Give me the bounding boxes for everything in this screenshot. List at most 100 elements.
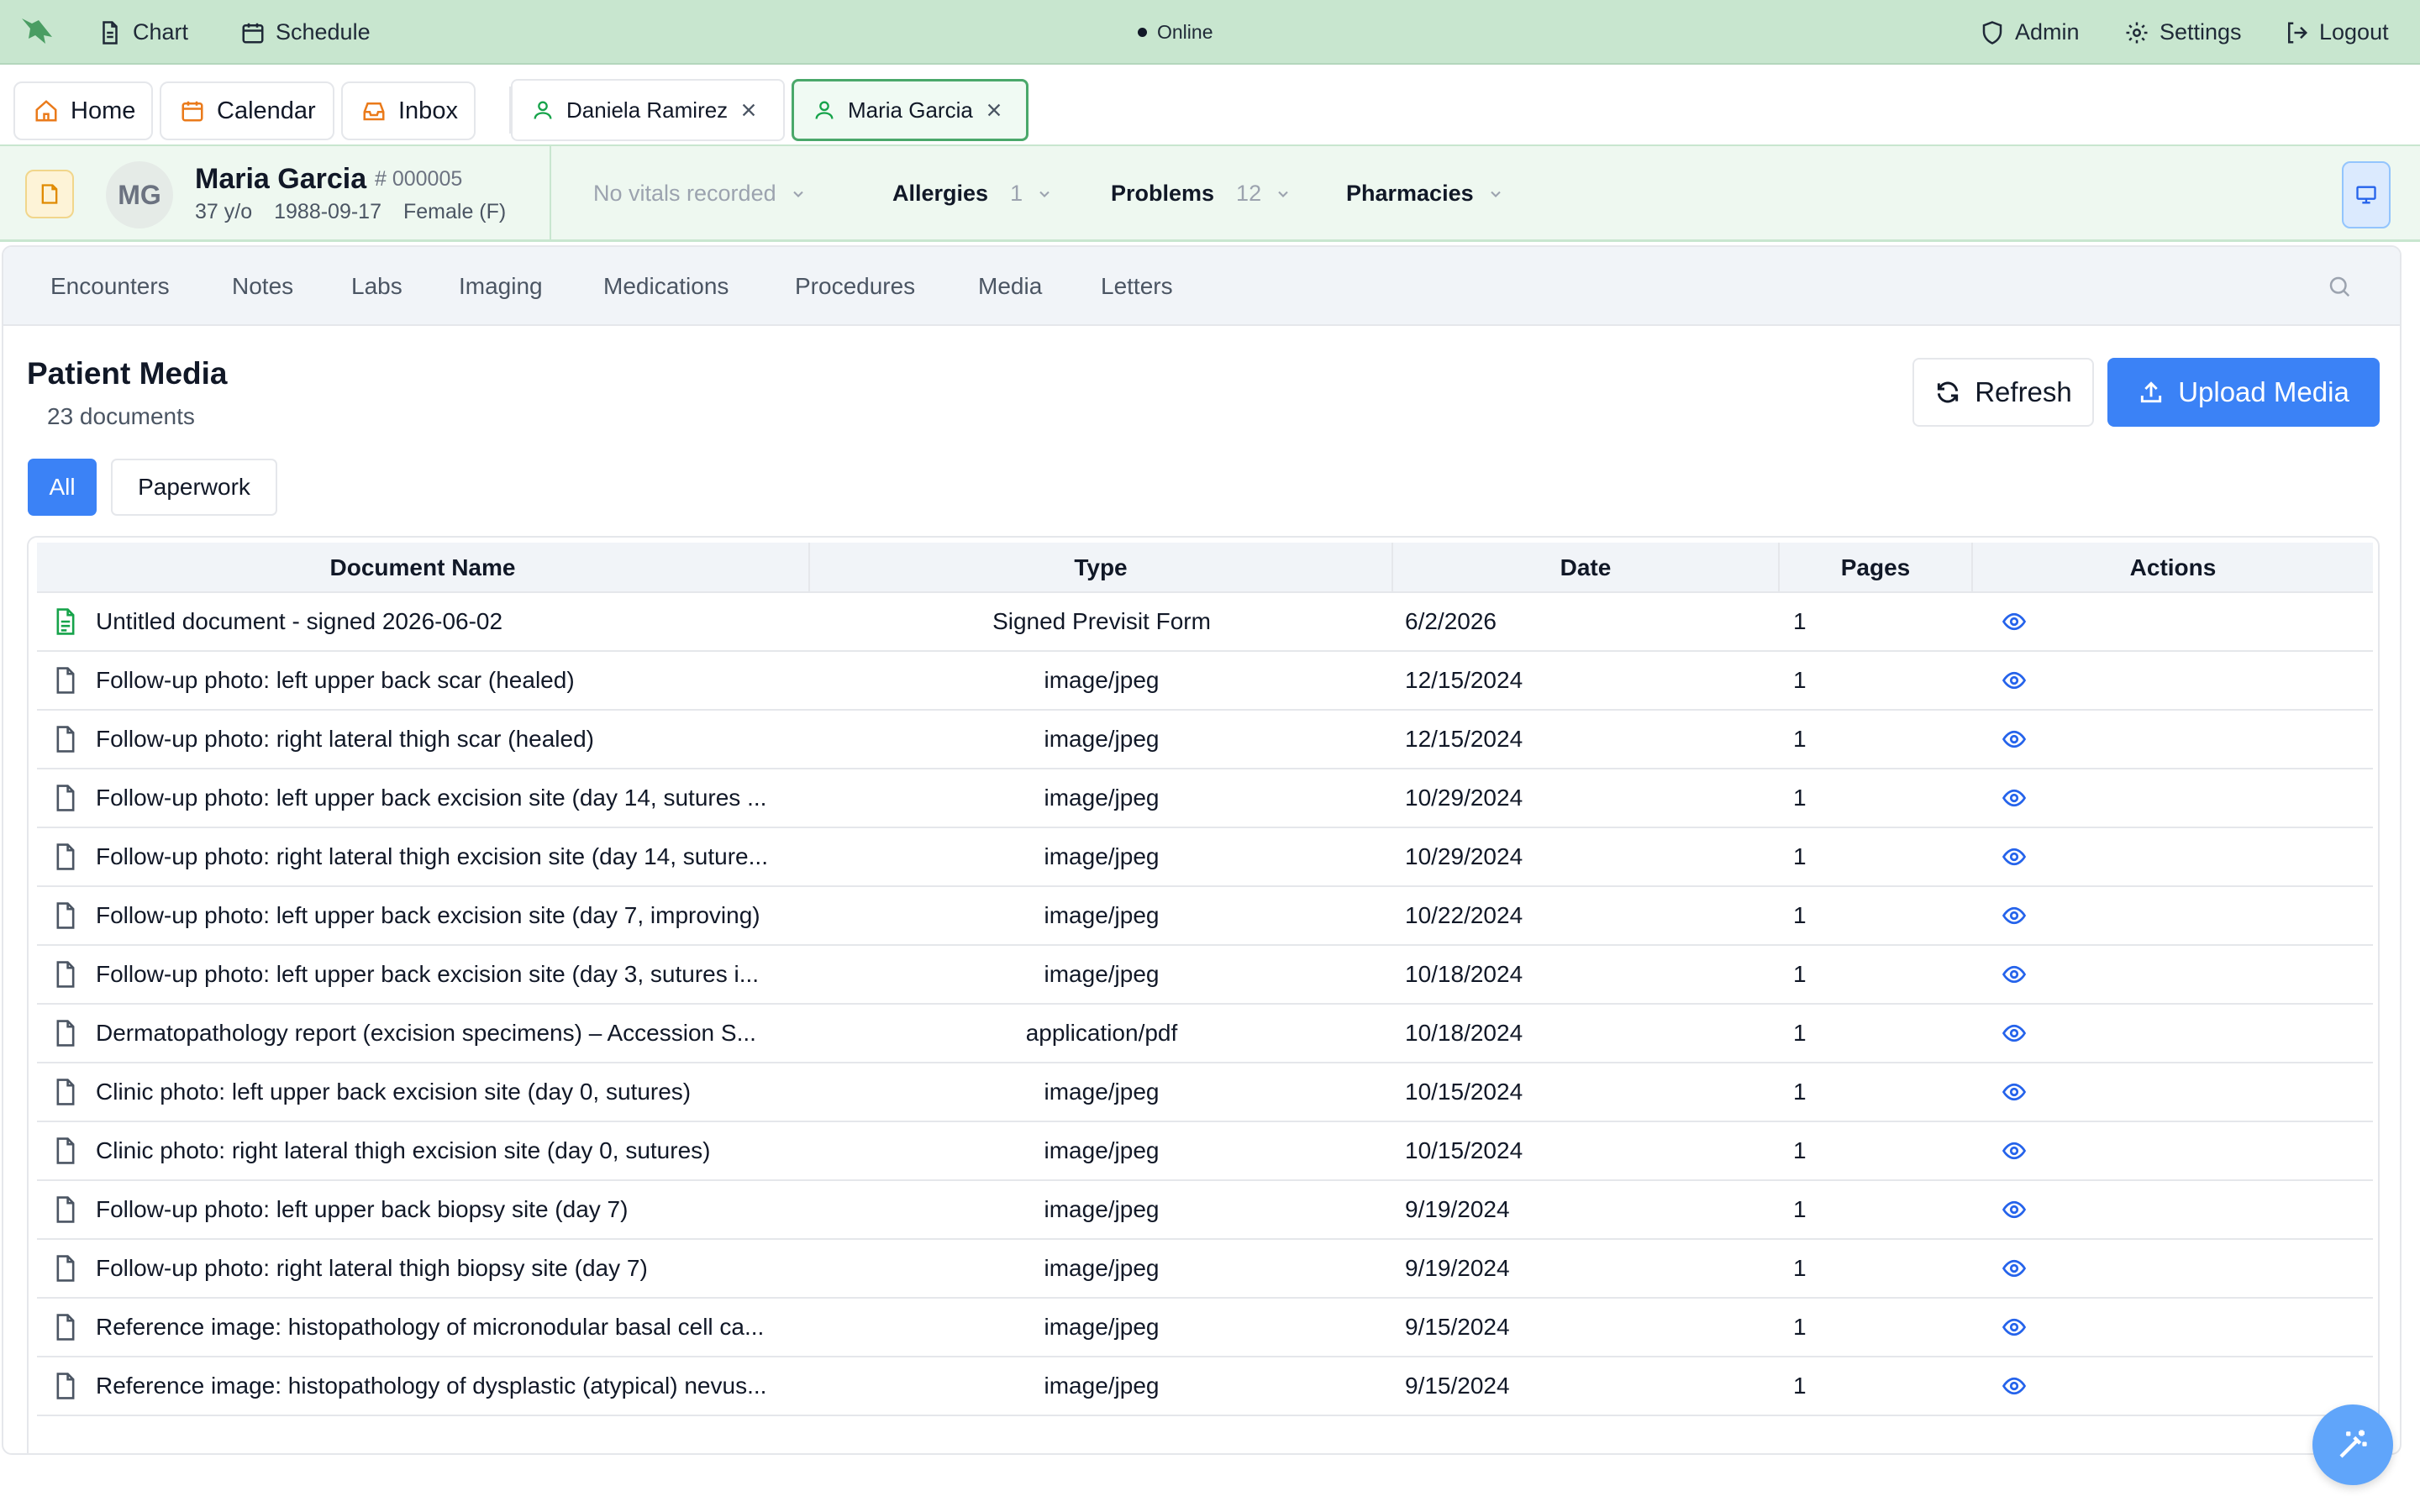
view-eye-icon[interactable]	[2002, 1357, 2052, 1415]
table-row[interactable]: Clinic photo: left upper back excision s…	[37, 1063, 2373, 1122]
view-eye-icon[interactable]	[2002, 1063, 2052, 1121]
document-name[interactable]: Follow-up photo: left upper back biopsy …	[96, 1181, 835, 1238]
close-icon[interactable]	[985, 101, 1003, 119]
table-row[interactable]: Reference image: histopathology of micro…	[37, 1299, 2373, 1357]
document-name[interactable]: Clinic photo: right lateral thigh excisi…	[96, 1122, 835, 1179]
allergies-dropdown[interactable]: Allergies 1	[892, 146, 1053, 241]
table-row[interactable]: Follow-up photo: left upper back excisio…	[37, 946, 2373, 1005]
patient-header: MG Maria Garcia # 000005 37 y/o 1988-09-…	[0, 144, 2420, 242]
allergies-label: Allergies	[892, 181, 989, 206]
tabs-row: Home Calendar Inbox Daniela Ramirez Mari…	[0, 65, 2420, 144]
filter-all[interactable]: All	[28, 459, 97, 516]
view-eye-icon[interactable]	[2002, 828, 2052, 885]
subnav-notes[interactable]: Notes	[232, 247, 293, 326]
col-document-name[interactable]: Document Name	[37, 543, 810, 593]
document-date: 10/15/2024	[1405, 1079, 1523, 1105]
patient-document-button[interactable]	[25, 170, 74, 218]
person-icon	[531, 98, 555, 122]
table-row[interactable]: Untitled document - signed 2026-06-02 Sig…	[37, 593, 2373, 652]
vitals-dropdown[interactable]: No vitals recorded	[593, 146, 807, 241]
table-row[interactable]: Follow-up photo: left upper back excisio…	[37, 887, 2373, 946]
document-name[interactable]: Follow-up photo: left upper back excisio…	[96, 769, 835, 827]
table-row[interactable]: Follow-up photo: left upper back biopsy …	[37, 1181, 2373, 1240]
document-date: 6/2/2026	[1405, 608, 1497, 634]
table-row[interactable]: Follow-up photo: right lateral thigh sca…	[37, 711, 2373, 769]
document-name[interactable]: Follow-up photo: left upper back scar (h…	[96, 652, 835, 709]
table-row[interactable]: Follow-up photo: right lateral thigh exc…	[37, 828, 2373, 887]
magic-wand-button[interactable]	[2312, 1404, 2393, 1485]
col-type[interactable]: Type	[810, 543, 1393, 593]
view-eye-icon[interactable]	[2002, 887, 2052, 944]
subnav-medications[interactable]: Medications	[603, 247, 729, 326]
view-eye-icon[interactable]	[2002, 1181, 2052, 1238]
document-type: image/jpeg	[1044, 1079, 1160, 1105]
subnav-procedures[interactable]: Procedures	[795, 247, 915, 326]
filter-paperwork[interactable]: Paperwork	[111, 459, 277, 516]
patient-tab-maria-garcia[interactable]: Maria Garcia	[792, 79, 1028, 141]
view-eye-icon[interactable]	[2002, 593, 2052, 650]
table-row[interactable]: Dermatopathology report (excision specim…	[37, 1005, 2373, 1063]
status-text: Online	[1157, 21, 1213, 43]
monitor-button[interactable]	[2342, 161, 2391, 228]
admin-link[interactable]: Admin	[1980, 0, 2080, 65]
document-pages: 1	[1793, 726, 1807, 752]
patient-age: 37 y/o	[195, 200, 253, 223]
tab-calendar[interactable]: Calendar	[160, 81, 334, 140]
tab-home[interactable]: Home	[13, 81, 153, 140]
close-icon[interactable]	[739, 101, 758, 119]
subnav-letters[interactable]: Letters	[1101, 247, 1173, 326]
allergies-count: 1	[1010, 181, 1023, 206]
subnav-imaging[interactable]: Imaging	[459, 247, 543, 326]
table-row[interactable]: Clinic photo: right lateral thigh excisi…	[37, 1122, 2373, 1181]
document-name[interactable]: Reference image: histopathology of dyspl…	[96, 1357, 835, 1415]
document-name[interactable]: Clinic photo: left upper back excision s…	[96, 1063, 835, 1121]
file-icon	[52, 1063, 81, 1121]
settings-link[interactable]: Settings	[2124, 0, 2242, 65]
document-name[interactable]: Dermatopathology report (excision specim…	[96, 1005, 835, 1062]
pharmacies-dropdown[interactable]: Pharmacies	[1346, 146, 1504, 241]
table-row[interactable]: Follow-up photo: right lateral thigh bio…	[37, 1240, 2373, 1299]
problems-dropdown[interactable]: Problems 12	[1111, 146, 1292, 241]
table-row[interactable]: Reference image: histopathology of dyspl…	[37, 1357, 2373, 1416]
patient-tab-daniela-ramirez[interactable]: Daniela Ramirez	[511, 79, 785, 141]
col-date[interactable]: Date	[1393, 543, 1780, 593]
view-eye-icon[interactable]	[2002, 711, 2052, 768]
logout-icon	[2284, 20, 2309, 45]
problems-count: 12	[1236, 181, 1262, 206]
view-eye-icon[interactable]	[2002, 1240, 2052, 1297]
view-eye-icon[interactable]	[2002, 1005, 2052, 1062]
table-row[interactable]: Follow-up photo: left upper back excisio…	[37, 769, 2373, 828]
document-date: 10/29/2024	[1405, 785, 1523, 811]
view-eye-icon[interactable]	[2002, 1299, 2052, 1356]
subnav-encounters[interactable]: Encounters	[50, 247, 170, 326]
view-eye-icon[interactable]	[2002, 652, 2052, 709]
document-name[interactable]: Follow-up photo: right lateral thigh exc…	[96, 828, 835, 885]
document-name[interactable]: Follow-up photo: right lateral thigh sca…	[96, 711, 835, 768]
document-name[interactable]: Untitled document - signed 2026-06-02	[96, 593, 835, 650]
app-logo-icon[interactable]	[20, 17, 54, 45]
logout-link[interactable]: Logout	[2284, 0, 2389, 65]
view-eye-icon[interactable]	[2002, 769, 2052, 827]
refresh-button[interactable]: Refresh	[1912, 358, 2094, 427]
chevron-down-icon	[790, 186, 807, 202]
subnav-labs[interactable]: Labs	[351, 247, 402, 326]
col-pages[interactable]: Pages	[1780, 543, 1973, 593]
schedule-link[interactable]: Schedule	[240, 0, 371, 65]
view-eye-icon[interactable]	[2002, 1122, 2052, 1179]
calendar-icon	[240, 20, 266, 45]
search-icon[interactable]	[2327, 274, 2352, 299]
document-name[interactable]: Follow-up photo: left upper back excisio…	[96, 887, 835, 944]
subnav-media[interactable]: Media	[978, 247, 1042, 326]
document-name[interactable]: Follow-up photo: left upper back excisio…	[96, 946, 835, 1003]
view-eye-icon[interactable]	[2002, 946, 2052, 1003]
document-date: 9/19/2024	[1405, 1255, 1510, 1281]
upload-icon	[2138, 379, 2165, 406]
chart-link[interactable]: Chart	[97, 0, 188, 65]
document-name[interactable]: Reference image: histopathology of micro…	[96, 1299, 835, 1356]
upload-media-button[interactable]: Upload Media	[2107, 358, 2380, 427]
problems-label: Problems	[1111, 181, 1215, 206]
document-type: application/pdf	[1025, 1020, 1178, 1046]
tab-inbox[interactable]: Inbox	[341, 81, 476, 140]
document-name[interactable]: Follow-up photo: right lateral thigh bio…	[96, 1240, 835, 1297]
table-row[interactable]: Follow-up photo: left upper back scar (h…	[37, 652, 2373, 711]
